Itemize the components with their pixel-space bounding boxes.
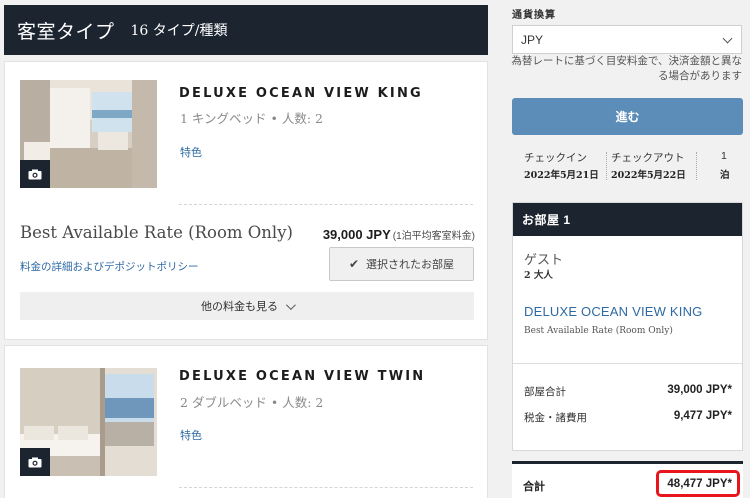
room-summary: お部屋 1 ゲスト 2 大人 DELUXE OCEAN VIEW KING Be… bbox=[512, 202, 743, 451]
rate-price: 39,000 JPY (1泊平均客室料金) bbox=[323, 227, 475, 242]
checkin-label: チェックイン bbox=[524, 152, 587, 164]
room-total-value: 39,000 JPY* bbox=[667, 384, 732, 396]
divider bbox=[696, 152, 697, 180]
chevron-down-icon bbox=[722, 33, 733, 44]
summary-room-name[interactable]: DELUXE OCEAN VIEW KING bbox=[524, 304, 703, 319]
checkin-date: 2022年5月21日 bbox=[524, 170, 599, 181]
currency-label: 通貨換算 bbox=[512, 10, 556, 21]
price-note: (1泊平均客室料金) bbox=[392, 231, 475, 242]
divider bbox=[179, 204, 473, 205]
divider bbox=[606, 152, 607, 180]
selected-room-label: 選択されたお部屋 bbox=[366, 259, 455, 271]
more-rates-button[interactable]: 他の料金も見る bbox=[20, 292, 474, 320]
booking-sidebar: 通貨換算 JPY 為替レートに基づく目安料金で、決済金額と異なる場合があります … bbox=[508, 0, 750, 498]
room-summary-header: お部屋 1 bbox=[513, 203, 742, 236]
room-list: 客室タイプ 16 タイプ/種類 DELUXE OCEAN VIEW KING 1… bbox=[4, 5, 488, 498]
divider bbox=[179, 487, 473, 488]
nights-value: 1 bbox=[721, 150, 727, 162]
tax-label: 税金・諸費用 bbox=[524, 412, 587, 424]
summary-rate-name: Best Available Rate (Room Only) bbox=[524, 326, 673, 336]
room-total-row: 部屋合計 39,000 JPY* bbox=[524, 384, 732, 399]
total-summary: 合計 48,477 JPY* bbox=[512, 461, 743, 498]
currency-select[interactable]: JPY bbox=[512, 25, 742, 54]
price-value: 39,000 JPY bbox=[322, 227, 391, 242]
check-icon: ✔ bbox=[348, 257, 360, 271]
guest-value: 2 大人 bbox=[524, 270, 553, 281]
total-label: 合計 bbox=[523, 481, 545, 493]
room-photo[interactable] bbox=[20, 80, 157, 188]
proceed-label: 進む bbox=[615, 110, 640, 124]
features-link[interactable]: 特色 bbox=[180, 144, 202, 160]
proceed-button[interactable]: 進む bbox=[512, 98, 743, 135]
room-beds: 2 ダブルベッド • 人数: 2 bbox=[180, 395, 324, 410]
currency-note: 為替レートに基づく目安料金で、決済金額と異なる場合があります bbox=[511, 55, 742, 82]
rate-policy-link[interactable]: 料金の詳細およびデポジットポリシー bbox=[20, 259, 199, 274]
total-value: 48,477 JPY* bbox=[656, 470, 740, 497]
tax-row: 税金・諸費用 9,477 JPY* bbox=[524, 410, 732, 425]
rate-name: Best Available Rate (Room Only) bbox=[20, 223, 293, 242]
chevron-down-icon bbox=[285, 299, 296, 310]
room-types-count: 16 タイプ/種類 bbox=[130, 23, 228, 39]
selected-room-button[interactable]: ✔ 選択されたお部屋 bbox=[329, 247, 474, 281]
camera-icon[interactable] bbox=[20, 160, 50, 188]
room-name: DELUXE OCEAN VIEW KING bbox=[179, 86, 423, 101]
tax-value: 9,477 JPY* bbox=[673, 410, 732, 422]
checkout-date: 2022年5月22日 bbox=[611, 170, 686, 181]
room-types-title: 客室タイプ bbox=[17, 21, 115, 43]
room-types-header: 客室タイプ 16 タイプ/種類 bbox=[4, 5, 488, 55]
room-card: DELUXE OCEAN VIEW TWIN 2 ダブルベッド • 人数: 2 … bbox=[4, 345, 488, 498]
more-rates-label: 他の料金も見る bbox=[201, 301, 278, 313]
room-total-label: 部屋合計 bbox=[524, 386, 566, 398]
room-photo[interactable] bbox=[20, 368, 157, 476]
nights-unit: 泊 bbox=[720, 170, 730, 181]
features-link[interactable]: 特色 bbox=[180, 427, 202, 443]
room-name: DELUXE OCEAN VIEW TWIN bbox=[179, 369, 426, 384]
currency-value: JPY bbox=[521, 32, 544, 47]
checkout-label: チェックアウト bbox=[611, 152, 685, 164]
room-card: DELUXE OCEAN VIEW KING 1 キングベッド • 人数: 2 … bbox=[4, 61, 488, 340]
divider bbox=[513, 363, 742, 364]
room-beds: 1 キングベッド • 人数: 2 bbox=[180, 111, 324, 126]
camera-icon[interactable] bbox=[20, 448, 50, 476]
guest-label: ゲスト bbox=[524, 252, 564, 267]
